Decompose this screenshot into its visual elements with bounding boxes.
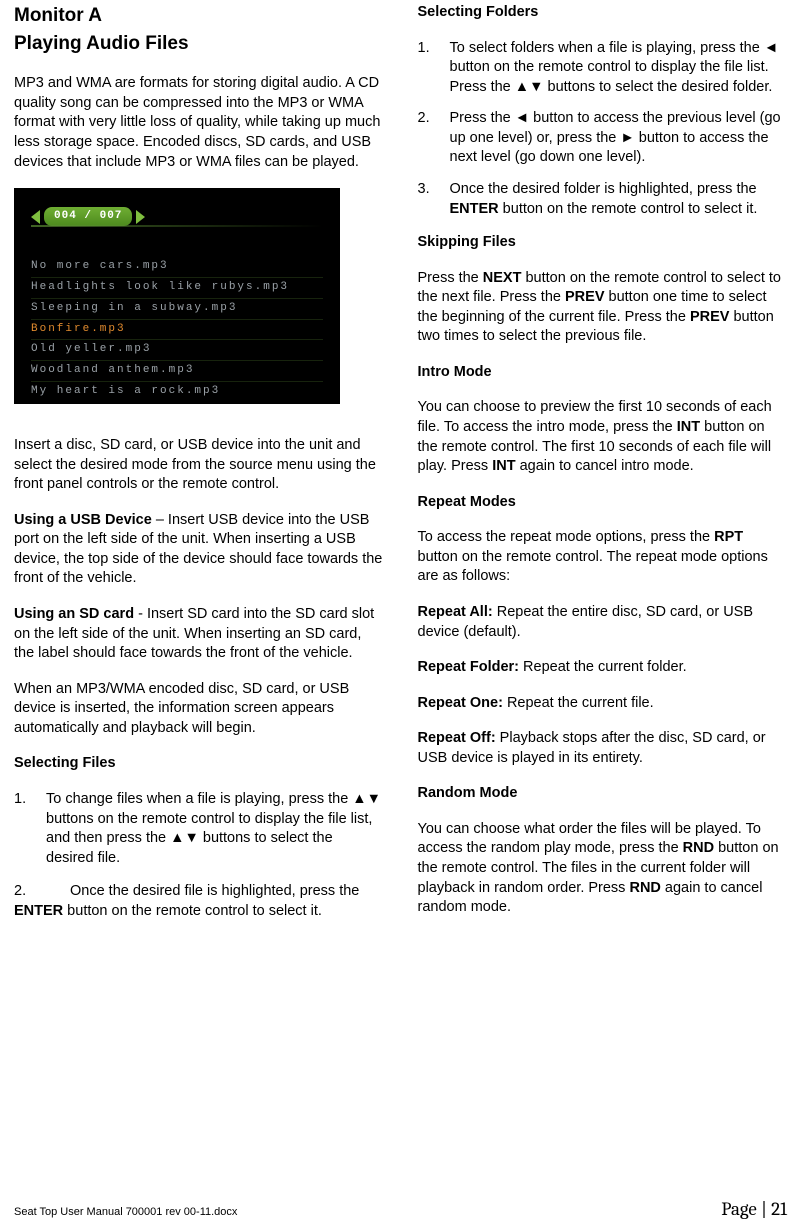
track-item: Woodland anthem.mp3 (31, 360, 323, 381)
insert-paragraph: Insert a disc, SD card, or USB device in… (14, 436, 384, 495)
list-item: 3. Once the desired folder is highlighte… (418, 180, 788, 219)
list-number: 3. (418, 180, 450, 219)
track-counter-bar: 004 / 007 (31, 207, 145, 226)
repeat-modes-paragraph: To access the repeat mode options, press… (418, 528, 788, 587)
track-item: Sleeping in a subway.mp3 (31, 298, 323, 319)
repeat-off-paragraph: Repeat Off: Playback stops after the dis… (418, 729, 788, 768)
intro-paragraph: MP3 and WMA are formats for storing digi… (14, 74, 384, 172)
list-text-c: button on the remote control to select i… (63, 903, 322, 919)
left-column: Monitor A Playing Audio Files MP3 and WM… (14, 3, 384, 935)
repeat-folder-paragraph: Repeat Folder: Repeat the current folder… (418, 658, 788, 678)
skipping-files-heading: Skipping Files (418, 233, 788, 253)
footer-doc-name: Seat Top User Manual 700001 rev 00-11.do… (14, 1205, 237, 1220)
random-mode-paragraph: You can choose what order the files will… (418, 820, 788, 918)
repeat-off-heading: Repeat Off: (418, 730, 496, 746)
selecting-folders-heading: Selecting Folders (418, 3, 788, 23)
repeat-folder-heading: Repeat Folder: (418, 659, 520, 675)
prev-label: PREV (565, 289, 605, 305)
list-number: 1. (14, 790, 46, 868)
list-text: To select folders when a file is playing… (450, 39, 788, 98)
rnd-label: RND (629, 880, 660, 896)
sd-heading: Using an SD card (14, 606, 134, 622)
usb-paragraph: Using a USB Device – Insert USB device i… (14, 511, 384, 589)
int-label: INT (492, 458, 515, 474)
rnd-label: RND (683, 840, 714, 856)
selecting-files-list: 1. To change files when a file is playin… (14, 790, 384, 868)
repeat-one-paragraph: Repeat One: Repeat the current file. (418, 694, 788, 714)
next-label: NEXT (483, 270, 522, 286)
footer-page-number: Page | 21 (721, 1197, 787, 1223)
skipping-files-paragraph: Press the NEXT button on the remote cont… (418, 269, 788, 347)
enter-label: ENTER (450, 201, 499, 217)
track-item: Old yeller.mp3 (31, 339, 323, 360)
page-footer: Seat Top User Manual 700001 rev 00-11.do… (14, 1197, 787, 1223)
list-number: 1. (418, 39, 450, 98)
repeat-all-paragraph: Repeat All: Repeat the entire disc, SD c… (418, 603, 788, 642)
device-screenshot: 004 / 007 No more cars.mp3Headlights loo… (14, 188, 340, 404)
repeat-all-heading: Repeat All: (418, 604, 493, 620)
usb-heading: Using a USB Device (14, 512, 152, 528)
prev-label: PREV (690, 309, 730, 325)
track-counter: 004 / 007 (44, 207, 132, 226)
page: Monitor A Playing Audio Files MP3 and WM… (0, 0, 801, 1229)
list-number: 2. (418, 109, 450, 168)
divider-line (31, 225, 323, 227)
track-item: Bonfire.mp3 (31, 319, 323, 340)
list-text-a: Once the desired file is highlighted, pr… (70, 883, 359, 899)
list-text: Press the ◄ button to access the previou… (450, 109, 788, 168)
enter-label: ENTER (14, 903, 63, 919)
list-item: 1. To select folders when a file is play… (418, 39, 788, 98)
list-text: To change files when a file is playing, … (46, 790, 384, 868)
track-item: No more cars.mp3 (31, 257, 323, 277)
random-mode-heading: Random Mode (418, 784, 788, 804)
right-column: Selecting Folders 1. To select folders w… (418, 3, 788, 935)
arrow-left-icon (31, 210, 40, 224)
int-label: INT (677, 419, 700, 435)
repeat-modes-heading: Repeat Modes (418, 493, 788, 513)
auto-paragraph: When an MP3/WMA encoded disc, SD card, o… (14, 680, 384, 739)
track-list: No more cars.mp3Headlights look like rub… (31, 257, 323, 402)
track-item: My heart is a rock.mp3 (31, 381, 323, 402)
sd-paragraph: Using an SD card - Insert SD card into t… (14, 605, 384, 664)
track-item: Headlights look like rubys.mp3 (31, 277, 323, 298)
two-column-layout: Monitor A Playing Audio Files MP3 and WM… (14, 3, 787, 935)
list-item: 2. Press the ◄ button to access the prev… (418, 109, 788, 168)
repeat-one-heading: Repeat One: (418, 695, 503, 711)
page-subtitle: Playing Audio Files (14, 31, 384, 57)
list-text: Once the desired folder is highlighted, … (450, 180, 788, 219)
intro-mode-paragraph: You can choose to preview the first 10 s… (418, 398, 788, 476)
rpt-label: RPT (714, 529, 743, 545)
page-title: Monitor A (14, 3, 384, 29)
list-item: 1. To change files when a file is playin… (14, 790, 384, 868)
selecting-folders-list: 1. To select folders when a file is play… (418, 39, 788, 220)
list-item-2: 2.Once the desired file is highlighted, … (14, 882, 384, 921)
selecting-files-heading: Selecting Files (14, 754, 384, 774)
list-number: 2. (14, 882, 70, 902)
arrow-right-icon (136, 210, 145, 224)
intro-mode-heading: Intro Mode (418, 363, 788, 383)
